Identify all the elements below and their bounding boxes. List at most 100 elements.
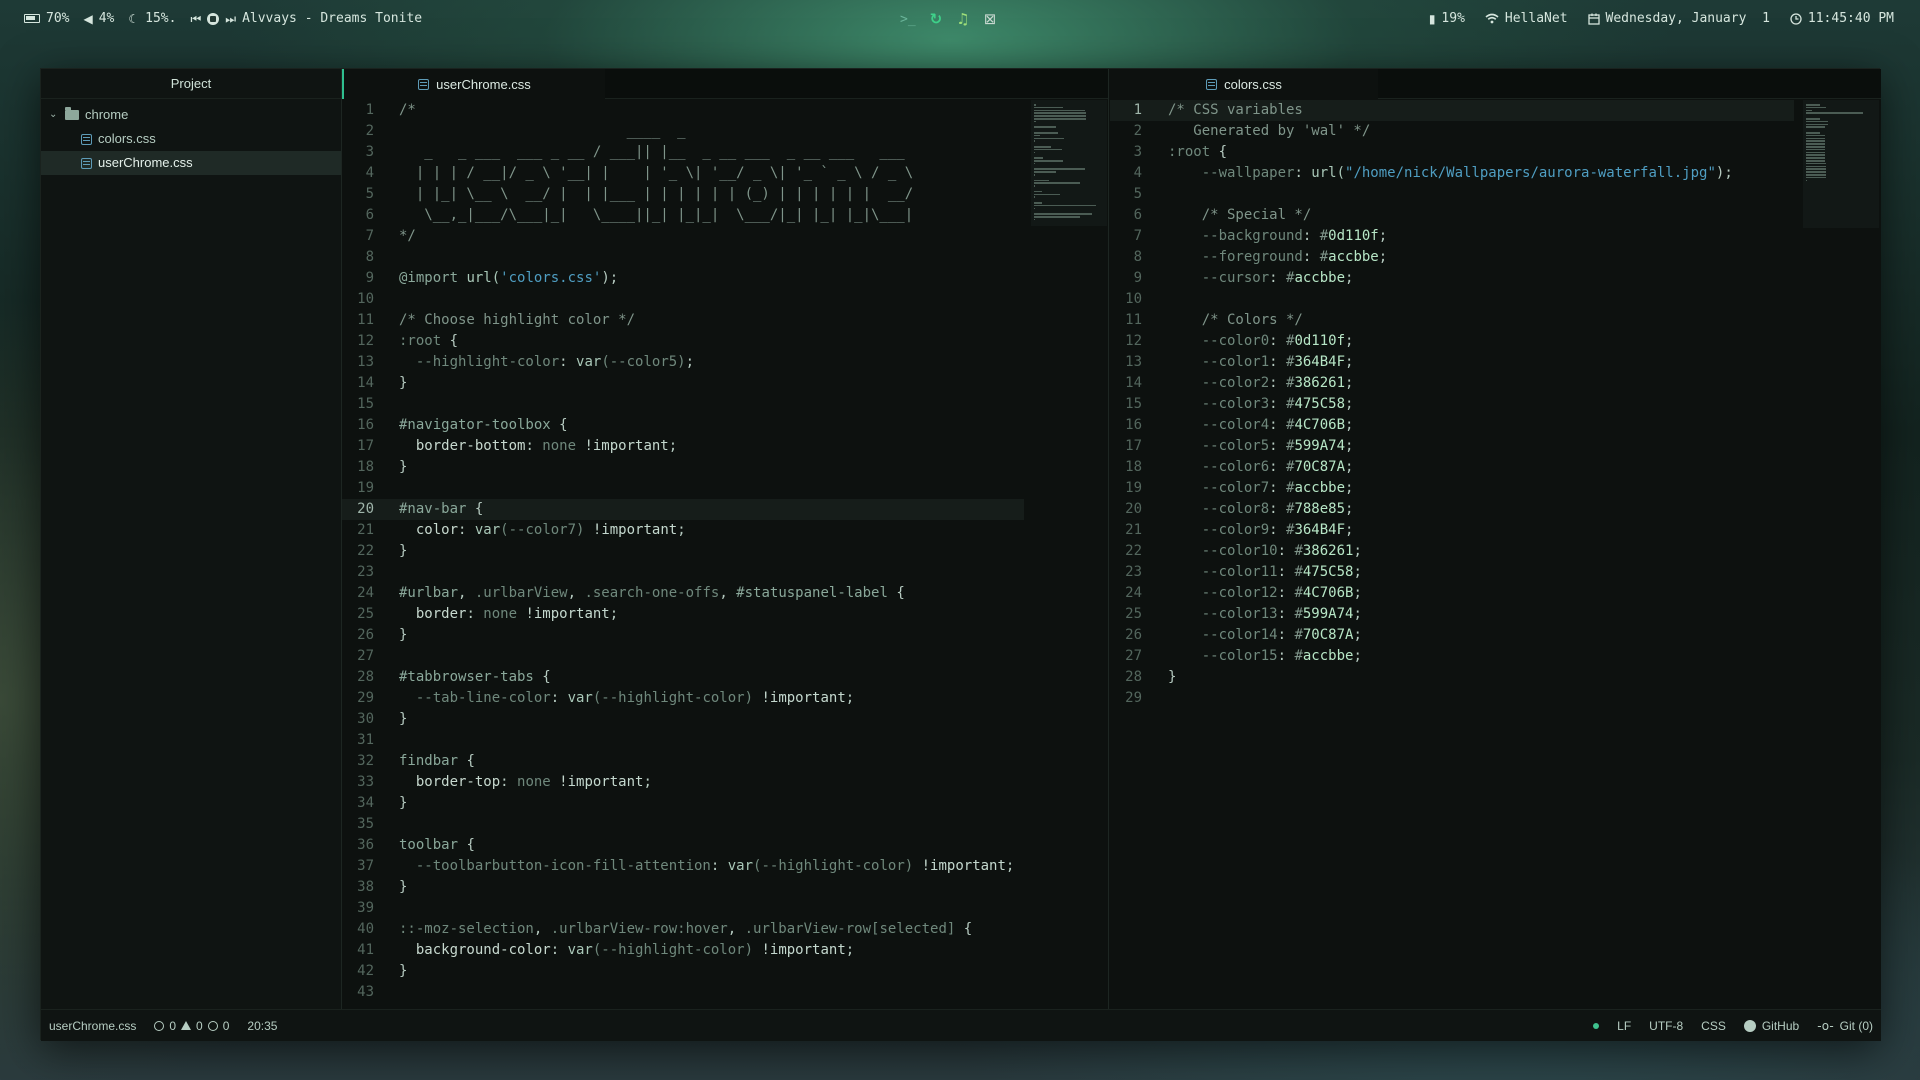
code-line[interactable]: 1 /* CSS variables xyxy=(1110,100,1794,121)
line-number[interactable]: 20 xyxy=(342,499,374,520)
volume-indicator[interactable]: ◀ 4% xyxy=(83,11,114,26)
line-number[interactable]: 3 xyxy=(1110,142,1142,163)
code-line[interactable]: 10 xyxy=(1110,289,1881,310)
code-line[interactable]: 2 ____ _ xyxy=(342,121,1108,142)
line-number[interactable]: 8 xyxy=(1110,247,1142,268)
close-box-icon[interactable]: ⊠ xyxy=(984,10,997,28)
code-line[interactable]: 38} xyxy=(342,877,1108,898)
code-line[interactable]: 21 --color9: #364B4F; xyxy=(1110,520,1881,541)
line-number[interactable]: 26 xyxy=(1110,625,1142,646)
git-button[interactable]: -o- Git (0) xyxy=(1817,1019,1873,1033)
code-line[interactable]: 4 --wallpaper: url("/home/nick/Wallpaper… xyxy=(1110,163,1881,184)
line-number[interactable]: 10 xyxy=(342,289,374,310)
code-line[interactable]: 14 --color2: #386261; xyxy=(1110,373,1881,394)
tree-folder-chrome[interactable]: ⌄ chrome xyxy=(41,103,341,127)
line-number[interactable]: 3 xyxy=(342,142,374,163)
line-ending[interactable]: LF xyxy=(1617,1019,1631,1033)
line-number[interactable]: 42 xyxy=(342,961,374,982)
code-editor[interactable]: 1/* 2 ____ _ 3 _ _ ___ ___ _ __ / ___|| |_… xyxy=(342,100,1108,1009)
code-editor[interactable]: 1 /* CSS variables 2 Generated by 'wal' */… xyxy=(1110,100,1881,1009)
tree-file-colors-css[interactable]: colors.css xyxy=(41,127,341,151)
line-number[interactable]: 17 xyxy=(1110,436,1142,457)
line-number[interactable]: 32 xyxy=(342,751,374,772)
line-number[interactable]: 33 xyxy=(342,772,374,793)
line-number[interactable]: 28 xyxy=(342,667,374,688)
line-number[interactable]: 1 xyxy=(342,100,374,121)
code-line[interactable]: 23 xyxy=(342,562,1108,583)
code-line[interactable]: 9 --cursor: #accbbe; xyxy=(1110,268,1881,289)
code-line[interactable]: 11 /* Choose highlight color */ xyxy=(342,310,1108,331)
code-line[interactable]: 43 xyxy=(342,982,1108,1003)
line-number[interactable]: 41 xyxy=(342,940,374,961)
brightness-indicator[interactable]: ☾ 15%. xyxy=(128,11,176,26)
line-number[interactable]: 35 xyxy=(342,814,374,835)
code-line[interactable]: 17 border-bottom: none !important; xyxy=(342,436,1108,457)
code-line[interactable]: 20 #nav-bar { xyxy=(342,499,1024,520)
line-number[interactable]: 11 xyxy=(342,310,374,331)
code-line[interactable]: 25 --color13: #599A74; xyxy=(1110,604,1881,625)
minimap[interactable] xyxy=(1803,100,1879,228)
code-line[interactable]: 4 | | | / __|/ _ \ '__| | | '_ \| '__/ _… xyxy=(342,163,1108,184)
line-number[interactable]: 27 xyxy=(342,646,374,667)
line-number[interactable]: 12 xyxy=(1110,331,1142,352)
github-button[interactable]: GitHub xyxy=(1743,1019,1799,1033)
line-number[interactable]: 14 xyxy=(1110,373,1142,394)
code-line[interactable]: 6 /* Special */ xyxy=(1110,205,1881,226)
code-line[interactable]: 17 --color5: #599A74; xyxy=(1110,436,1881,457)
code-line[interactable]: 11 /* Colors */ xyxy=(1110,310,1881,331)
line-number[interactable]: 18 xyxy=(342,457,374,478)
cursor-position[interactable]: 20:35 xyxy=(247,1019,277,1033)
line-number[interactable]: 16 xyxy=(342,415,374,436)
line-number[interactable]: 31 xyxy=(342,730,374,751)
line-number[interactable]: 18 xyxy=(1110,457,1142,478)
code-line[interactable]: 29 --tab-line-color: var(--highlight-col… xyxy=(342,688,1108,709)
status-file-name[interactable]: userChrome.css xyxy=(49,1019,136,1033)
code-line[interactable]: 22} xyxy=(342,541,1108,562)
line-number[interactable]: 19 xyxy=(342,478,374,499)
line-number[interactable]: 1 xyxy=(1110,100,1142,121)
music-icon[interactable]: ♫ xyxy=(956,10,969,28)
line-number[interactable]: 9 xyxy=(342,268,374,289)
diagnostics-summary[interactable]: 0 0 0 xyxy=(154,1019,229,1033)
line-number[interactable]: 29 xyxy=(1110,688,1142,709)
grammar-selector[interactable]: CSS xyxy=(1701,1019,1726,1033)
tab-userchrome-css[interactable]: userChrome.css xyxy=(342,69,605,99)
code-line[interactable]: 42} xyxy=(342,961,1108,982)
refresh-icon[interactable]: ↻ xyxy=(930,10,943,28)
previous-track-icon[interactable]: ⏮ xyxy=(190,13,201,25)
line-number[interactable]: 9 xyxy=(1110,268,1142,289)
line-number[interactable]: 12 xyxy=(342,331,374,352)
line-number[interactable]: 24 xyxy=(1110,583,1142,604)
code-line[interactable]: 3:root { xyxy=(1110,142,1881,163)
line-number[interactable]: 6 xyxy=(342,205,374,226)
code-line[interactable]: 20 --color8: #788e85; xyxy=(1110,499,1881,520)
code-line[interactable]: 5 xyxy=(1110,184,1881,205)
line-number[interactable]: 4 xyxy=(1110,163,1142,184)
line-number[interactable]: 8 xyxy=(342,247,374,268)
line-number[interactable]: 39 xyxy=(342,898,374,919)
code-line[interactable]: 12:root { xyxy=(342,331,1108,352)
code-line[interactable]: 13 --highlight-color: var(--color5); xyxy=(342,352,1108,373)
tree-file-userchrome-css[interactable]: userChrome.css xyxy=(41,151,341,175)
code-line[interactable]: 7 --background: #0d110f; xyxy=(1110,226,1881,247)
code-line[interactable]: 18 --color6: #70C87A; xyxy=(1110,457,1881,478)
code-line[interactable]: 19 xyxy=(342,478,1108,499)
code-line[interactable]: 28} xyxy=(1110,667,1881,688)
code-line[interactable]: 41 background-color: var(--highlight-col… xyxy=(342,940,1108,961)
line-number[interactable]: 2 xyxy=(1110,121,1142,142)
line-number[interactable]: 7 xyxy=(342,226,374,247)
line-number[interactable]: 37 xyxy=(342,856,374,877)
file-encoding[interactable]: UTF-8 xyxy=(1649,1019,1683,1033)
line-number[interactable]: 28 xyxy=(1110,667,1142,688)
code-line[interactable]: 27 --color15: #accbbe; xyxy=(1110,646,1881,667)
code-line[interactable]: 12 --color0: #0d110f; xyxy=(1110,331,1881,352)
clock-indicator[interactable]: 11:45:40 PM xyxy=(1790,11,1894,26)
code-line[interactable]: 36 toolbar { xyxy=(342,835,1108,856)
line-number[interactable]: 13 xyxy=(1110,352,1142,373)
line-number[interactable]: 29 xyxy=(342,688,374,709)
code-line[interactable]: 21 color: var(--color7) !important; xyxy=(342,520,1108,541)
line-number[interactable]: 7 xyxy=(1110,226,1142,247)
code-line[interactable]: 7 */ xyxy=(342,226,1108,247)
line-number[interactable]: 26 xyxy=(342,625,374,646)
code-line[interactable]: 24 --color12: #4C706B; xyxy=(1110,583,1881,604)
